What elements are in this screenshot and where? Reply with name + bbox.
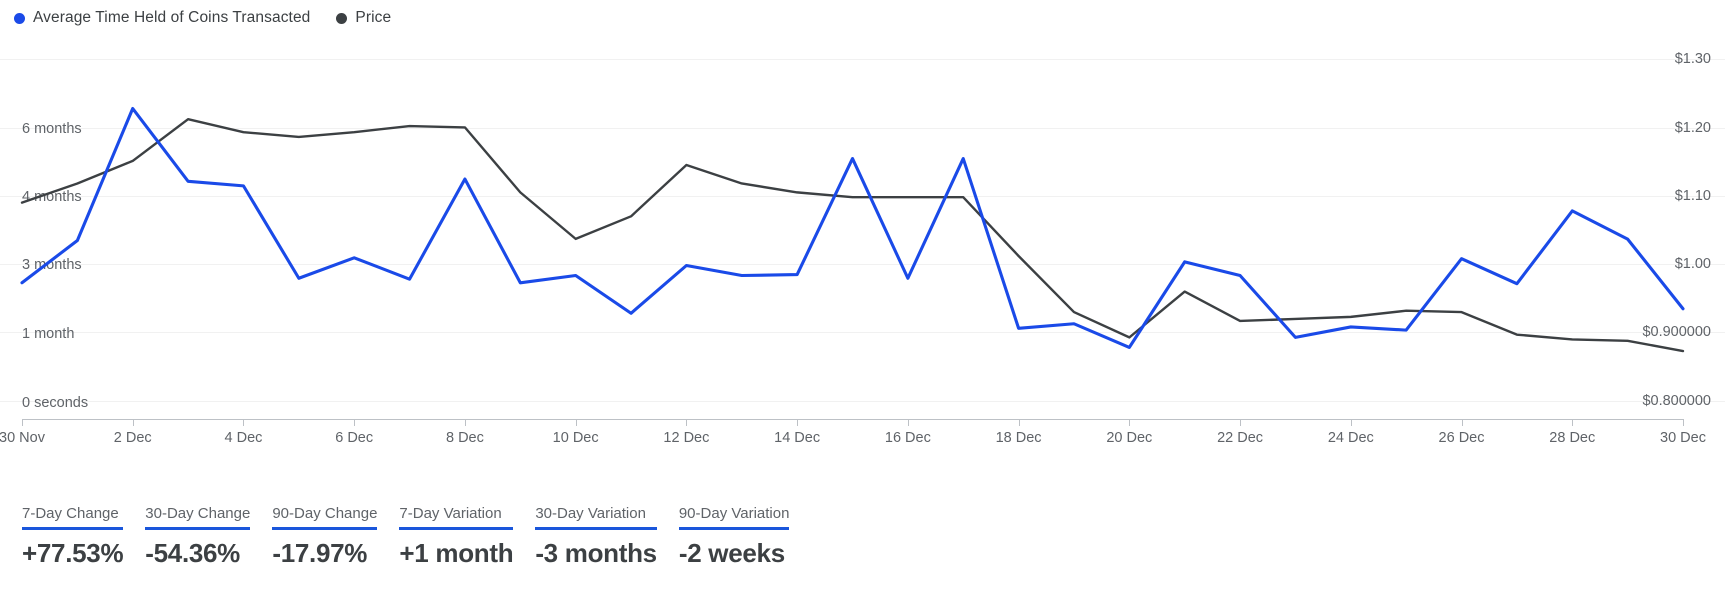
x-axis-label: 28 Dec	[1549, 430, 1596, 446]
price-line	[20, 117, 1685, 353]
x-axis-label: 30 Nov	[0, 430, 45, 446]
stat-value: -2 weeks	[678, 538, 785, 569]
chart-legend: Average Time Held of Coins Transacted Pr…	[14, 6, 391, 30]
x-axis-tick	[22, 419, 23, 426]
x-axis-tick	[464, 419, 466, 426]
x-axis-tick	[1018, 419, 1020, 426]
x-axis-label: 30 Dec	[1660, 430, 1706, 446]
legend-dot-icon	[336, 12, 348, 24]
x-axis-label: 4 Dec	[224, 430, 263, 446]
stat-label: 30-Day Change	[145, 505, 251, 522]
stat-underline	[145, 527, 251, 531]
x-axis-label: 8 Dec	[445, 430, 484, 446]
stat-underline	[22, 527, 124, 531]
x-axis-tick	[354, 419, 356, 426]
stat-underline	[272, 527, 378, 531]
x-axis-tick	[1350, 419, 1352, 426]
x-axis-label: 12 Dec	[663, 430, 710, 446]
stat-90-day-variation[interactable]: 90-Day Variation -2 weeks	[678, 505, 790, 569]
stat-value: +1 month	[399, 538, 514, 569]
legend-dot-icon	[14, 12, 25, 24]
x-axis-tick	[243, 419, 245, 426]
stat-7-day-change[interactable]: 7-Day Change +77.53%	[22, 505, 124, 569]
stat-label: 90-Day Change	[272, 505, 378, 522]
x-axis-tick	[1461, 419, 1463, 426]
stat-underline	[535, 527, 657, 531]
x-axis-label: 2 Dec	[113, 430, 152, 446]
x-axis-label: 10 Dec	[552, 430, 599, 446]
stat-value: -54.36%	[145, 538, 241, 569]
x-axis-tick	[1129, 419, 1131, 426]
legend-item-average-time-held[interactable]: Average Time Held of Coins Transacted	[14, 10, 310, 26]
x-axis-label: 22 Dec	[1217, 430, 1264, 446]
x-axis-tick	[132, 419, 134, 426]
plot-area	[20, 40, 1685, 420]
stat-7-day-variation[interactable]: 7-Day Variation +1 month	[399, 505, 514, 569]
legend-label-price: Price	[355, 9, 392, 27]
legend-label-average-time-held: Average Time Held of Coins Transacted	[33, 9, 311, 27]
x-axis-tick	[907, 419, 909, 426]
x-axis: 30 Nov 2 Dec 4 Dec 6 Dec 8 Dec 10 Dec 12 Dec 14…	[0, 419, 1725, 465]
x-axis-tick	[575, 419, 577, 426]
time-held-price-chart-panel: Average Time Held of Coins Transacted Pr…	[0, 0, 1725, 610]
legend-item-price[interactable]: Price	[336, 10, 391, 26]
x-axis-line	[22, 419, 1683, 420]
stat-value: -17.97%	[272, 538, 368, 569]
stat-30-day-variation[interactable]: 30-Day Variation -3 months	[535, 505, 657, 568]
stat-underline	[399, 527, 514, 531]
x-axis-tick	[686, 419, 688, 426]
x-axis-label: 6 Dec	[335, 430, 374, 446]
series-svg	[20, 106, 1685, 353]
stat-underline	[678, 527, 790, 531]
stats-summary-row: 7-Day Change +77.53% 30-Day Change -54.36% 9…	[22, 505, 811, 568]
stat-90-day-change[interactable]: 90-Day Change -17.97%	[272, 505, 378, 569]
stat-30-day-change[interactable]: 30-Day Change -54.36%	[145, 505, 251, 569]
x-axis-tick	[797, 419, 799, 426]
x-axis-label: 24 Dec	[1327, 430, 1374, 446]
stat-label: 90-Day Variation	[678, 505, 790, 522]
x-axis-tick	[1572, 419, 1574, 426]
x-axis-tick	[1683, 419, 1684, 426]
x-axis-label: 26 Dec	[1438, 430, 1485, 446]
stat-label: 7-Day Variation	[399, 505, 502, 522]
x-axis-label: 18 Dec	[995, 430, 1042, 446]
x-axis-label: 16 Dec	[884, 430, 931, 446]
stat-label: 7-Day Change	[22, 505, 119, 522]
chart-canvas: 6 months 4 months 3 months 1 month 0 sec…	[0, 40, 1725, 420]
x-axis-label: 20 Dec	[1106, 430, 1153, 446]
x-axis-label: 14 Dec	[774, 430, 821, 446]
stat-label: 30-Day Variation	[535, 505, 646, 522]
stat-value: +77.53%	[22, 538, 124, 569]
stat-value: -3 months	[535, 538, 657, 569]
x-axis-tick	[1240, 419, 1242, 426]
